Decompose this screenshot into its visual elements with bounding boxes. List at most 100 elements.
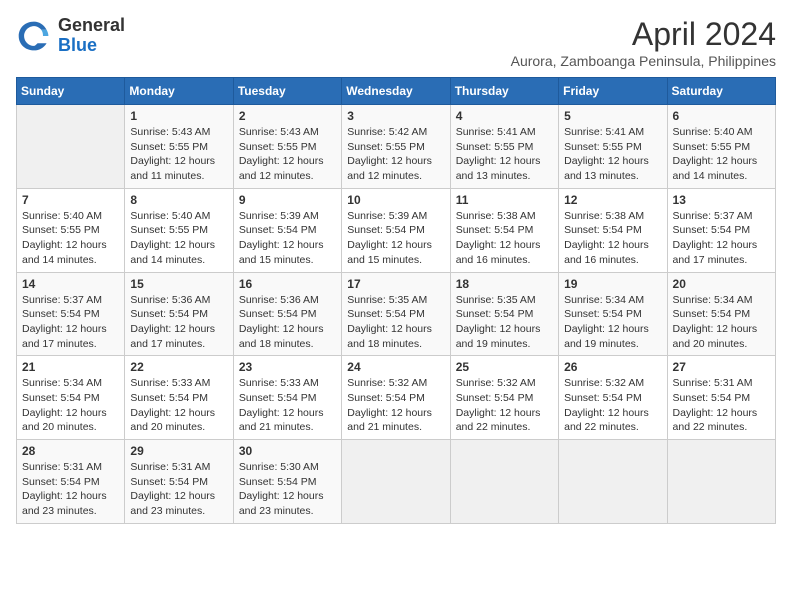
day-number: 1 (130, 109, 227, 123)
day-number: 27 (673, 360, 770, 374)
calendar-cell: 27 Sunrise: 5:31 AM Sunset: 5:54 PM Dayli… (667, 356, 775, 440)
day-number: 15 (130, 277, 227, 291)
calendar-cell: 24Sunrise: 5:32 AM Sunset: 5:54 PM Dayli… (342, 356, 450, 440)
page-header: General Blue April 2024 Aurora, Zamboang… (16, 16, 776, 69)
day-number: 16 (239, 277, 336, 291)
cell-text: Sunrise: 5:34 AM Sunset: 5:54 PM Dayligh… (564, 293, 661, 352)
day-number: 17 (347, 277, 444, 291)
cell-text: Sunrise: 5:40 AM Sunset: 5:55 PM Dayligh… (130, 209, 227, 268)
cell-text: Sunrise: 5:41 AM Sunset: 5:55 PM Dayligh… (456, 125, 553, 184)
calendar-cell: 14Sunrise: 5:37 AM Sunset: 5:54 PM Dayli… (17, 272, 125, 356)
weekday-header-cell: Monday (125, 78, 233, 105)
cell-text: Sunrise: 5:39 AM Sunset: 5:54 PM Dayligh… (347, 209, 444, 268)
calendar-cell: 8Sunrise: 5:40 AM Sunset: 5:55 PM Daylig… (125, 188, 233, 272)
day-number: 11 (456, 193, 553, 207)
calendar-cell: 13Sunrise: 5:37 AM Sunset: 5:54 PM Dayli… (667, 188, 775, 272)
cell-text: Sunrise: 5:38 AM Sunset: 5:54 PM Dayligh… (456, 209, 553, 268)
title-block: April 2024 Aurora, Zamboanga Peninsula, … (511, 16, 776, 69)
weekday-header-cell: Saturday (667, 78, 775, 105)
calendar-cell: 9Sunrise: 5:39 AM Sunset: 5:54 PM Daylig… (233, 188, 341, 272)
cell-text: Sunrise: 5:40 AM Sunset: 5:55 PM Dayligh… (22, 209, 119, 268)
cell-text: Sunrise: 5:34 AM Sunset: 5:54 PM Dayligh… (673, 293, 770, 352)
calendar-cell: 15Sunrise: 5:36 AM Sunset: 5:54 PM Dayli… (125, 272, 233, 356)
calendar-cell: 26 Sunrise: 5:32 AM Sunset: 5:54 PM Dayli… (559, 356, 667, 440)
calendar-cell: 21Sunrise: 5:34 AM Sunset: 5:54 PM Dayli… (17, 356, 125, 440)
weekday-header-cell: Tuesday (233, 78, 341, 105)
day-number: 26 (564, 360, 661, 374)
cell-text: Sunrise: 5:32 AM Sunset: 5:54 PM Dayligh… (564, 376, 661, 435)
calendar-week-row: 1 Sunrise: 5:43 AM Sunset: 5:55 PM Daylig… (17, 105, 776, 189)
day-number: 7 (22, 193, 119, 207)
cell-text: Sunrise: 5:37 AM Sunset: 5:54 PM Dayligh… (22, 293, 119, 352)
weekday-header-cell: Wednesday (342, 78, 450, 105)
day-number: 13 (673, 193, 770, 207)
day-number: 4 (456, 109, 553, 123)
calendar-cell: 2 Sunrise: 5:43 AM Sunset: 5:55 PM Daylig… (233, 105, 341, 189)
calendar-cell: 28 Sunrise: 5:31 AM Sunset: 5:54 PM Dayli… (17, 440, 125, 524)
cell-text: Sunrise: 5:33 AM Sunset: 5:54 PM Dayligh… (239, 376, 336, 435)
day-number: 2 (239, 109, 336, 123)
cell-text: Sunrise: 5:35 AM Sunset: 5:54 PM Dayligh… (347, 293, 444, 352)
calendar-cell: 23 Sunrise: 5:33 AM Sunset: 5:54 PM Dayli… (233, 356, 341, 440)
calendar-cell: 5Sunrise: 5:41 AM Sunset: 5:55 PM Daylig… (559, 105, 667, 189)
calendar-cell: 18Sunrise: 5:35 AM Sunset: 5:54 PM Dayli… (450, 272, 558, 356)
calendar-cell: 12Sunrise: 5:38 AM Sunset: 5:54 PM Dayli… (559, 188, 667, 272)
calendar-cell: 4 Sunrise: 5:41 AM Sunset: 5:55 PM Daylig… (450, 105, 558, 189)
calendar-body: 1 Sunrise: 5:43 AM Sunset: 5:55 PM Daylig… (17, 105, 776, 524)
logo: General Blue (16, 16, 125, 56)
calendar-cell (559, 440, 667, 524)
day-number: 23 (239, 360, 336, 374)
weekday-header-cell: Thursday (450, 78, 558, 105)
calendar-week-row: 7 Sunrise: 5:40 AM Sunset: 5:55 PM Daylig… (17, 188, 776, 272)
day-number: 3 (347, 109, 444, 123)
month-year: April 2024 (511, 16, 776, 53)
cell-text: Sunrise: 5:32 AM Sunset: 5:54 PM Dayligh… (456, 376, 553, 435)
calendar-table: SundayMondayTuesdayWednesdayThursdayFrid… (16, 77, 776, 524)
day-number: 18 (456, 277, 553, 291)
calendar-cell (342, 440, 450, 524)
calendar-cell: 6Sunrise: 5:40 AM Sunset: 5:55 PM Daylig… (667, 105, 775, 189)
cell-text: Sunrise: 5:36 AM Sunset: 5:54 PM Dayligh… (239, 293, 336, 352)
subtitle: Aurora, Zamboanga Peninsula, Philippines (511, 53, 776, 69)
calendar-week-row: 14Sunrise: 5:37 AM Sunset: 5:54 PM Dayli… (17, 272, 776, 356)
calendar-cell: 22 Sunrise: 5:33 AM Sunset: 5:54 PM Dayli… (125, 356, 233, 440)
cell-text: Sunrise: 5:33 AM Sunset: 5:54 PM Dayligh… (130, 376, 227, 435)
day-number: 10 (347, 193, 444, 207)
calendar-cell: 29 Sunrise: 5:31 AM Sunset: 5:54 PM Dayli… (125, 440, 233, 524)
logo-general-text: General (58, 15, 125, 35)
calendar-cell: 11 Sunrise: 5:38 AM Sunset: 5:54 PM Dayli… (450, 188, 558, 272)
calendar-cell (667, 440, 775, 524)
cell-text: Sunrise: 5:43 AM Sunset: 5:55 PM Dayligh… (239, 125, 336, 184)
cell-text: Sunrise: 5:31 AM Sunset: 5:54 PM Dayligh… (130, 460, 227, 519)
day-number: 30 (239, 444, 336, 458)
cell-text: Sunrise: 5:31 AM Sunset: 5:54 PM Dayligh… (22, 460, 119, 519)
logo-blue-text: Blue (58, 35, 97, 55)
cell-text: Sunrise: 5:42 AM Sunset: 5:55 PM Dayligh… (347, 125, 444, 184)
cell-text: Sunrise: 5:31 AM Sunset: 5:54 PM Dayligh… (673, 376, 770, 435)
calendar-cell: 30 Sunrise: 5:30 AM Sunset: 5:54 PM Dayli… (233, 440, 341, 524)
calendar-cell: 20 Sunrise: 5:34 AM Sunset: 5:54 PM Dayli… (667, 272, 775, 356)
cell-text: Sunrise: 5:32 AM Sunset: 5:54 PM Dayligh… (347, 376, 444, 435)
day-number: 25 (456, 360, 553, 374)
calendar-cell: 7 Sunrise: 5:40 AM Sunset: 5:55 PM Daylig… (17, 188, 125, 272)
day-number: 5 (564, 109, 661, 123)
calendar-week-row: 28 Sunrise: 5:31 AM Sunset: 5:54 PM Dayli… (17, 440, 776, 524)
cell-text: Sunrise: 5:40 AM Sunset: 5:55 PM Dayligh… (673, 125, 770, 184)
day-number: 12 (564, 193, 661, 207)
calendar-cell: 16 Sunrise: 5:36 AM Sunset: 5:54 PM Dayli… (233, 272, 341, 356)
day-number: 29 (130, 444, 227, 458)
calendar-week-row: 21Sunrise: 5:34 AM Sunset: 5:54 PM Dayli… (17, 356, 776, 440)
calendar-cell (17, 105, 125, 189)
day-number: 28 (22, 444, 119, 458)
cell-text: Sunrise: 5:39 AM Sunset: 5:54 PM Dayligh… (239, 209, 336, 268)
cell-text: Sunrise: 5:43 AM Sunset: 5:55 PM Dayligh… (130, 125, 227, 184)
day-number: 22 (130, 360, 227, 374)
calendar-cell: 1 Sunrise: 5:43 AM Sunset: 5:55 PM Daylig… (125, 105, 233, 189)
calendar-cell: 17 Sunrise: 5:35 AM Sunset: 5:54 PM Dayli… (342, 272, 450, 356)
cell-text: Sunrise: 5:30 AM Sunset: 5:54 PM Dayligh… (239, 460, 336, 519)
calendar-cell (450, 440, 558, 524)
calendar-cell: 19Sunrise: 5:34 AM Sunset: 5:54 PM Dayli… (559, 272, 667, 356)
day-number: 20 (673, 277, 770, 291)
calendar-header-row: SundayMondayTuesdayWednesdayThursdayFrid… (17, 78, 776, 105)
calendar-cell: 3 Sunrise: 5:42 AM Sunset: 5:55 PM Daylig… (342, 105, 450, 189)
